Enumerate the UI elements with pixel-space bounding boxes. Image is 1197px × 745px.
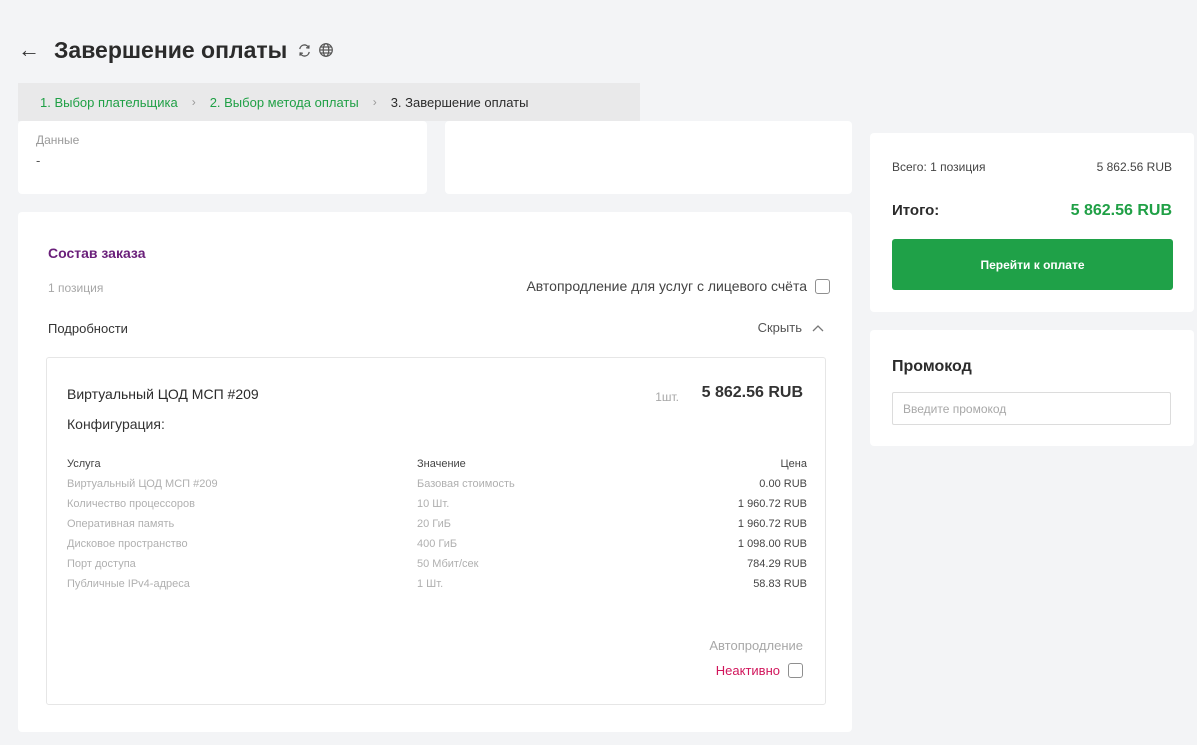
total-label: Итого: [892,202,940,219]
item-autorenew-checkbox[interactable] [788,663,803,678]
hide-details-toggle[interactable]: Скрыть [758,320,824,335]
promo-title: Промокод [892,358,972,375]
table-row: Публичные IPv4-адреса 1 Шт. 58.83 RUB [67,574,807,594]
cell-price: 1 960.72 RUB [737,498,807,510]
order-title: Состав заказа [48,245,146,261]
data-card-empty [445,121,852,194]
account-autorenew-checkbox[interactable] [815,278,830,294]
cell-value: Базовая стоимость [417,478,515,490]
item-autorenew-row: Неактивно [716,663,803,678]
summary-card: Всего: 1 позиция 5 862.56 RUB Итого: 5 8… [870,133,1194,312]
breadcrumb-step-method[interactable]: 2. Выбор метода оплаты [210,95,359,110]
cell-service: Количество процессоров [67,498,195,510]
breadcrumb: 1. Выбор плательщика › 2. Выбор метода о… [18,83,640,121]
table-header: Услуга Значение Цена [67,454,807,474]
summary-positions-label: Всего: 1 позиция [892,160,986,174]
order-item: Виртуальный ЦОД МСП #209 1шт. 5 862.56 R… [46,357,826,705]
chevron-right-icon: › [191,95,196,109]
item-autorenew-label: Автопродление [709,638,803,653]
cell-price: 0.00 RUB [759,478,807,490]
cell-value: 1 Шт. [417,578,444,590]
data-card: Данные - [18,121,427,194]
table-row: Количество процессоров 10 Шт. 1 960.72 RUB [67,494,807,514]
item-quantity: 1шт. [655,390,679,404]
account-autorenew-label: Автопродление для услуг с лицевого счёта [526,278,807,294]
table-row: Порт доступа 50 Мбит/сек 784.29 RUB [67,554,807,574]
cell-value: 50 Мбит/сек [417,558,479,570]
cell-value: 20 ГиБ [417,518,451,530]
total-value: 5 862.56 RUB [1070,202,1172,219]
cell-service: Дисковое пространство [67,538,188,550]
configuration-table: Услуга Значение Цена Виртуальный ЦОД МСП… [67,454,807,594]
chevron-right-icon: › [372,95,377,109]
configuration-label: Конфигурация: [67,416,165,432]
column-header-price: Цена [780,458,807,470]
cell-value: 10 Шт. [417,498,450,510]
cell-service: Виртуальный ЦОД МСП #209 [67,478,218,490]
table-row: Оперативная память 20 ГиБ 1 960.72 RUB [67,514,807,534]
details-label: Подробности [48,321,128,336]
table-row: Дисковое пространство 400 ГиБ 1 098.00 RUB [67,534,807,554]
account-autorenew-row: Автопродление для услуг с лицевого счёта [526,278,830,294]
globe-icon[interactable] [318,42,334,58]
order-card: Состав заказа 1 позиция Автопродление дл… [18,212,852,732]
hide-details-label: Скрыть [757,320,802,335]
promo-card: Промокод [870,330,1194,446]
cell-price: 58.83 RUB [753,578,807,590]
cell-price: 784.29 RUB [747,558,807,570]
summary-positions-value: 5 862.56 RUB [1096,160,1172,174]
column-header-service: Услуга [67,458,101,470]
cell-price: 1 098.00 RUB [737,538,807,550]
summary-total-row: Итого: 5 862.56 RUB [892,202,1172,220]
proceed-to-payment-button[interactable]: Перейти к оплате [892,239,1173,290]
summary-positions-row: Всего: 1 позиция 5 862.56 RUB [892,160,1172,174]
cell-service: Порт доступа [67,558,136,570]
page-header: ← Завершение оплаты [18,34,334,66]
column-header-value: Значение [417,458,466,470]
cell-price: 1 960.72 RUB [737,518,807,530]
data-label: Данные [36,133,80,147]
arrow-left-icon[interactable]: ← [18,39,40,61]
promo-input[interactable] [892,392,1171,425]
cell-value: 400 ГиБ [417,538,458,550]
item-price: 5 862.56 RUB [701,384,803,401]
status-badge: Неактивно [715,663,780,678]
table-body: Виртуальный ЦОД МСП #209 Базовая стоимост… [67,474,807,594]
chevron-up-icon [812,324,824,332]
item-name: Виртуальный ЦОД МСП #209 [67,386,259,402]
breadcrumb-step-current: 3. Завершение оплаты [390,94,529,110]
order-count: 1 позиция [48,281,104,295]
data-value: - [36,153,41,168]
refresh-icon[interactable] [297,43,312,58]
breadcrumb-step-payer[interactable]: 1. Выбор плательщика [40,95,178,110]
cell-service: Публичные IPv4-адреса [67,578,190,590]
cell-service: Оперативная память [67,518,175,530]
table-row: Виртуальный ЦОД МСП #209 Базовая стоимост… [67,474,807,494]
page-title: Завершение оплаты [54,36,288,63]
